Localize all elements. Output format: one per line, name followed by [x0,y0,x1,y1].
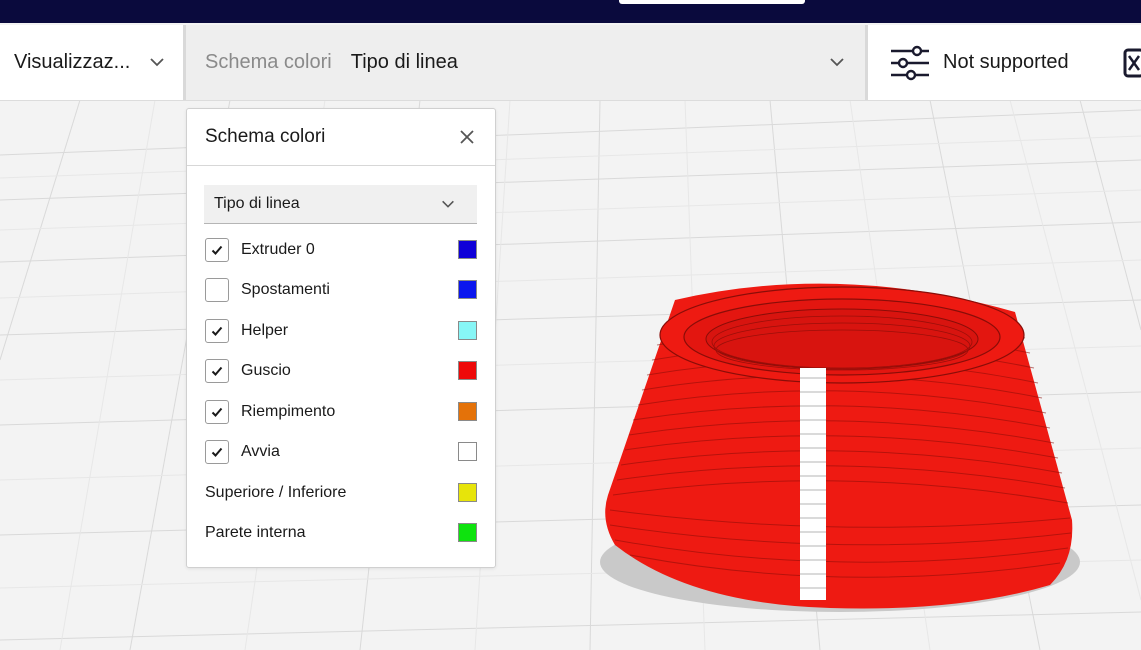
panel-title: Schema colori [205,126,326,147]
line-type-dropdown[interactable]: Tipo di linea [204,185,477,224]
close-icon[interactable] [459,129,475,145]
legend-label: Avvia [241,443,280,460]
color-swatch [458,280,477,299]
color-scheme-dropdown[interactable]: Schema colori Tipo di linea [186,25,865,100]
check-icon [211,447,223,457]
legend-item-travels[interactable]: Spostamenti [204,276,478,304]
legend-label: Guscio [241,362,291,379]
travels-checkbox[interactable] [205,278,229,302]
legend-label: Extruder 0 [241,241,315,258]
legend-item-shell[interactable]: Guscio [204,357,478,385]
legend-label: Helper [241,322,289,339]
chevron-down-icon [442,200,454,208]
helper-checkbox[interactable] [205,319,229,343]
color-swatch [458,240,477,259]
legend-label: Spostamenti [241,281,330,298]
color-swatch [458,523,477,542]
extruder-checkbox[interactable] [205,238,229,262]
color-swatch [458,402,477,421]
view-type-label: Visualizzaz... [14,51,131,73]
top-header-bar [0,0,1141,23]
preview-toolbar: Visualizzaz... Schema colori Tipo di lin… [0,25,1141,101]
legend-item-top-bottom: Superiore / Inferiore [204,479,478,507]
legend-label: Parete interna [205,524,306,541]
color-scheme-value: Tipo di linea [350,51,458,73]
line-type-value: Tipo di linea [214,195,300,212]
legend-item-inner-wall: Parete interna [204,519,478,547]
legend-label: Riempimento [241,403,336,420]
legend-label: Superiore / Inferiore [205,484,347,501]
support-status-label: Not supported [943,51,1069,73]
legend-item-extruder[interactable]: Extruder 0 [204,236,478,264]
header-input-edge[interactable] [619,0,805,4]
infill-checkbox[interactable] [205,400,229,424]
shell-checkbox[interactable] [205,359,229,383]
legend-item-helper[interactable]: Helper [204,317,478,345]
starts-checkbox[interactable] [205,440,229,464]
color-scheme-prefix: Schema colori [205,51,332,73]
color-swatch [458,321,477,340]
legend-item-starts[interactable]: Avvia [204,438,478,466]
color-swatch [458,483,477,502]
support-settings-button[interactable]: Not supported [868,25,1141,100]
chevron-down-icon [830,58,844,67]
sliders-icon [891,45,929,80]
check-icon [211,407,223,417]
chevron-down-icon [150,58,164,67]
legend-item-infill[interactable]: Riempimento [204,398,478,426]
check-icon [211,366,223,376]
check-icon [211,245,223,255]
color-swatch [458,442,477,461]
color-scheme-panel: Schema colori Tipo di linea Extruder 0 S… [186,108,496,568]
color-swatch [458,361,477,380]
view-type-dropdown[interactable]: Visualizzaz... [0,25,183,100]
check-icon [211,326,223,336]
support-blocker-icon[interactable] [1123,48,1141,78]
panel-header: Schema colori [187,109,495,166]
